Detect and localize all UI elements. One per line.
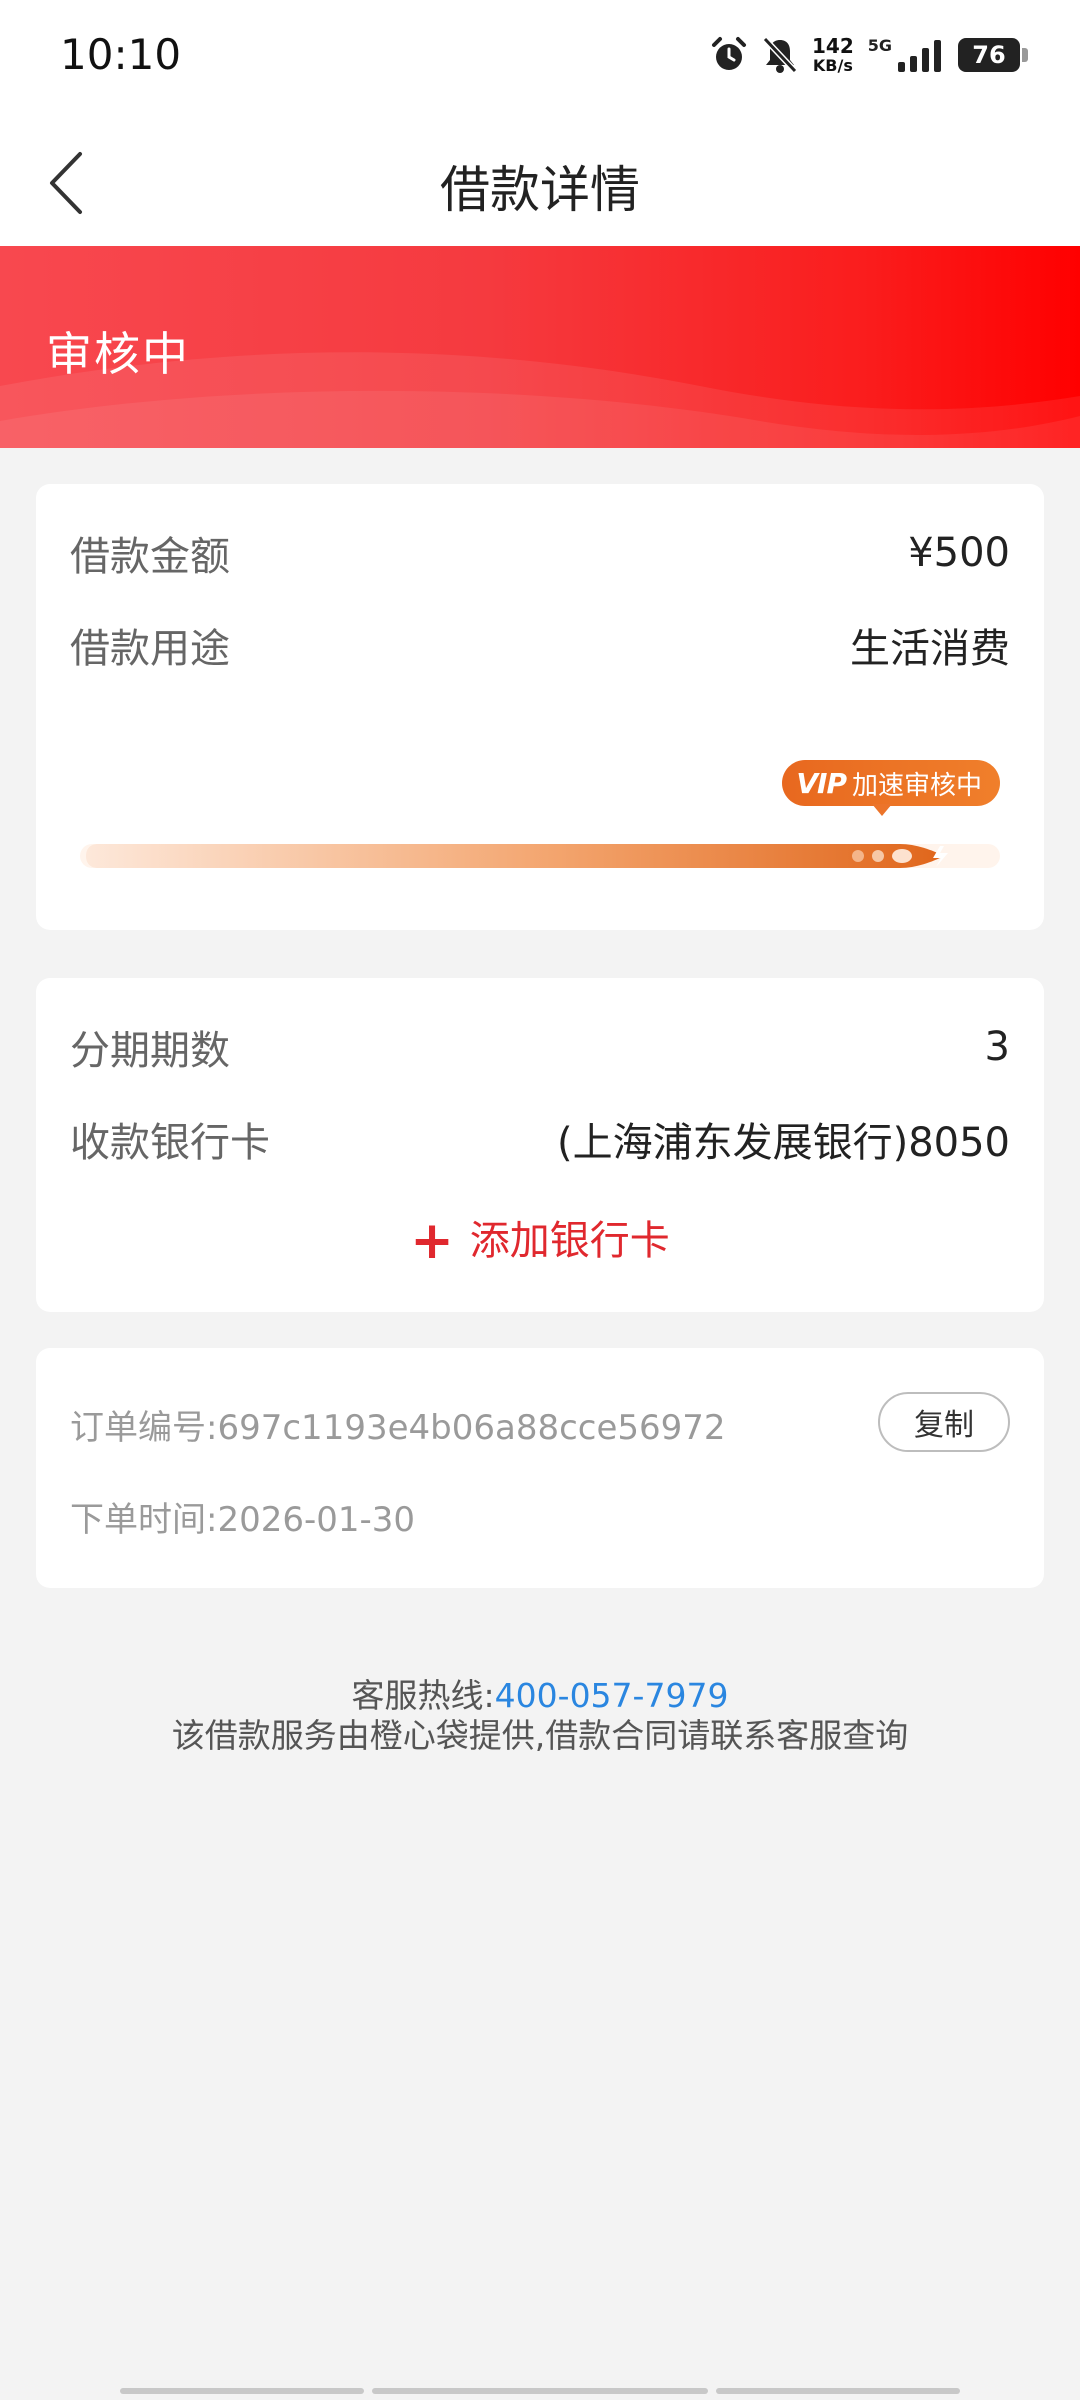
add-bank-card-label: 添加银行卡	[469, 1218, 670, 1264]
status-bar: 10:10 142 KB/s 5G 76	[0, 0, 1080, 118]
service-notice: 该借款服务由橙心袋提供,借款合同请联系客服查询	[171, 1716, 909, 1755]
gesture-bar-left	[120, 2388, 364, 2394]
loan-purpose-row: 借款用途 生活消费	[70, 616, 1010, 674]
installments-row: 分期期数 3	[70, 1018, 1010, 1076]
net-speed-unit: KB/s	[812, 56, 853, 75]
footer: 客服热线:400-057-7979 该借款服务由橙心袋提供,借款合同请联系客服查…	[0, 1676, 1080, 1756]
net-speed-value: 142	[811, 34, 854, 58]
add-bank-card-button[interactable]: + 添加银行卡	[36, 1208, 1044, 1271]
loan-info-card: 借款金额 ¥500 借款用途 生活消费 VIP 加速审核中	[36, 484, 1044, 930]
bell-off-icon	[762, 36, 798, 74]
status-icons: 142 KB/s 5G 76	[710, 36, 1028, 74]
vip-review-badge: VIP 加速审核中	[782, 760, 1000, 816]
alarm-icon	[711, 37, 746, 70]
order-info-card: 订单编号:697c1193e4b06a88cce56972 复制 下单时间:20…	[36, 1348, 1044, 1588]
gesture-bar-right	[716, 2388, 960, 2394]
battery-icon: 76	[958, 38, 1028, 72]
repayment-info-card: 分期期数 3 收款银行卡 (上海浦东发展银行)8050 + 添加银行卡	[36, 978, 1044, 1312]
order-id-value: 697c1193e4b06a88cce56972	[217, 1408, 726, 1448]
bank-card-label: 收款银行卡	[70, 1120, 270, 1166]
review-progress-bar	[80, 844, 1000, 868]
loan-status-text: 审核中	[46, 327, 190, 381]
signal-icon: 5G	[868, 38, 944, 72]
hotline-number-link[interactable]: 400-057-7979	[495, 1676, 729, 1715]
status-banner: 审核中	[0, 246, 1080, 448]
order-time-label: 下单时间:	[70, 1500, 218, 1540]
loan-amount-value: ¥500	[908, 530, 1010, 576]
loan-purpose-value: 生活消费	[850, 626, 1010, 672]
installments-value: 3	[984, 1024, 1010, 1070]
order-id-label: 订单编号:	[70, 1408, 218, 1448]
plus-icon: +	[410, 1211, 454, 1271]
nav-bar: 借款详情	[0, 118, 1080, 246]
hotline-label: 客服热线:	[351, 1676, 495, 1715]
loan-amount-row: 借款金额 ¥500	[70, 524, 1010, 582]
loan-purpose-label: 借款用途	[70, 626, 230, 672]
copy-button[interactable]: 复制	[878, 1392, 1010, 1452]
installments-label: 分期期数	[70, 1028, 230, 1074]
order-time-row: 下单时间:2026-01-30	[70, 1492, 415, 1541]
vip-tag: VIP	[796, 766, 847, 800]
status-time: 10:10	[60, 30, 182, 79]
order-id-row: 订单编号:697c1193e4b06a88cce56972	[70, 1400, 726, 1449]
gesture-bar-center	[372, 2388, 708, 2394]
hotline-line: 客服热线:400-057-7979	[0, 1676, 1080, 1716]
network-type: 5G	[867, 36, 892, 55]
vip-review-text: 加速审核中	[851, 770, 982, 801]
order-time-value: 2026-01-30	[217, 1500, 416, 1540]
bank-card-value: (上海浦东发展银行)8050	[556, 1120, 1010, 1166]
loan-amount-label: 借款金额	[70, 534, 230, 580]
bank-card-row: 收款银行卡 (上海浦东发展银行)8050	[70, 1110, 1010, 1168]
net-speed: 142 KB/s	[812, 36, 854, 74]
page-title: 借款详情	[440, 161, 640, 219]
